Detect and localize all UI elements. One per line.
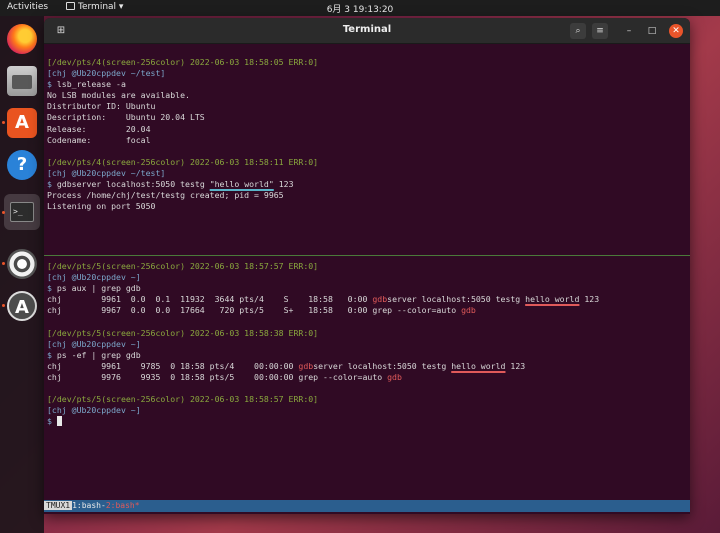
process-fields: server localhost:5050 testg [313,360,452,371]
tmux-pane-bottom[interactable]: [/dev/pts/5(screen-256color) 2022-06-03 … [47,261,687,427]
command-text: lsb_release -a [51,79,126,90]
status-header: [/dev/pts/5(screen-256color) 2022-06-03 … [47,394,319,405]
prompt-path: [chj @Ub20cppdev ~] [47,272,141,283]
output-line: Listening on port 5050 [47,201,156,212]
running-indicator [2,121,5,124]
command-line: $ lsb_release -a [47,79,687,90]
tmux-window-1[interactable]: 1:bash- [72,501,106,510]
process-row: chj 9961 9785 0 18:58 pts/4 00:00:00 gdb… [47,361,687,372]
running-indicator [2,262,5,265]
command-line: $ ps aux | grep gdb [47,283,687,294]
files-icon[interactable] [7,66,37,96]
firefox-icon[interactable] [7,24,37,54]
command-text: 123 [273,179,294,190]
prompt-path: [chj @Ub20cppdev ~] [47,338,141,349]
terminal-window: ⊞ Terminal ⌕ ≡ – □ ✕ [/dev/pts/4(screen-… [44,18,690,514]
tmux-status-bar: TMUX1 1:bash-2:bash* [44,500,690,512]
output-line: No LSB modules are available. [47,90,190,101]
maximize-button[interactable]: □ [645,24,659,38]
running-indicator [2,304,5,307]
output-line: Release: 20.04 [47,123,151,134]
process-row: chj 9967 0.0 0.0 17664 720 pts/5 S+ 18:5… [47,305,687,316]
help-icon[interactable]: ? [7,150,37,180]
search-icon[interactable]: ⌕ [570,23,586,39]
underlined-argument: hello world [525,294,580,305]
process-fields: 123 [579,294,600,305]
process-row: chj 9961 0.0 0.1 11932 3644 pts/4 S 18:5… [47,294,687,305]
installer-icon[interactable]: A [7,291,37,321]
status-header: [/dev/pts/4(screen-256color) 2022-06-03 … [47,156,319,167]
command-line[interactable]: $ [47,416,687,427]
output-line: Distributor ID: Ubuntu [47,101,156,112]
quoted-argument: "hello world" [209,179,274,190]
grep-match: gdb [461,305,476,316]
command-text: ps -ef | grep gdb [51,349,141,360]
prompt-path: [chj @Ub20cppdev ~/test] [47,68,166,79]
clock[interactable]: 6月 3 19:13:20 [0,2,720,15]
running-indicator [2,211,5,214]
grep-match: gdb [387,371,402,382]
software-center-icon[interactable]: A [7,108,37,138]
output-line: Process /home/chj/test/testg created; pi… [47,190,284,201]
process-row: chj 9976 9935 0 18:58 pts/5 00:00:00 gre… [47,372,687,383]
terminal-content[interactable]: [/dev/pts/4(screen-256color) 2022-06-03 … [44,45,690,514]
settings-icon[interactable] [7,249,37,279]
tmux-window-2[interactable]: 2:bash* [106,501,140,510]
status-header: [/dev/pts/4(screen-256color) 2022-06-03 … [47,57,319,67]
command-text: gdbserver localhost:5050 testg [51,179,210,190]
process-fields: 123 [505,360,526,371]
top-bar: Activities Terminal ▾ 6月 3 19:13:20 [0,0,720,16]
status-header: [/dev/pts/5(screen-256color) 2022-06-03 … [47,327,319,338]
dock: A ? >_ A [0,16,44,533]
underlined-argument: hello world [451,360,506,371]
process-fields: server localhost:5050 testg [387,294,526,305]
minimize-button[interactable]: – [622,24,636,38]
process-fields: chj 9961 9785 0 18:58 pts/4 00:00:00 [47,360,299,371]
grep-match: gdb [372,294,388,305]
grep-match: gdb [298,360,314,371]
title-bar[interactable]: ⊞ Terminal ⌕ ≡ – □ ✕ [44,18,690,44]
prompt-path: [chj @Ub20cppdev ~] [47,405,141,416]
prompt-path: [chj @Ub20cppdev ~/test] [47,167,166,178]
status-header: [/dev/pts/5(screen-256color) 2022-06-03 … [47,261,319,271]
tmux-pane-top[interactable]: [/dev/pts/4(screen-256color) 2022-06-03 … [47,57,687,212]
command-text: ps aux | grep gdb [51,283,141,294]
command-line: $ ps -ef | grep gdb [47,350,687,361]
process-fields: chj 9976 9935 0 18:58 pts/5 00:00:00 gre… [47,371,388,382]
output-line: Codename: focal [47,134,151,145]
process-fields: chj 9961 0.0 0.1 11932 3644 pts/4 S 18:5… [47,294,373,305]
hamburger-menu-icon[interactable]: ≡ [592,23,608,39]
text-cursor [56,416,62,427]
close-button[interactable]: ✕ [669,24,683,38]
tmux-session-name: TMUX1 [44,501,73,510]
terminal-icon: >_ [10,202,34,222]
process-fields: chj 9967 0.0 0.0 17664 720 pts/5 S+ 18:5… [47,305,462,316]
output-line: Description: Ubuntu 20.04 LTS [47,112,205,123]
command-line: $ gdbserver localhost:5050 testg "hello … [47,179,687,190]
terminal-app-icon[interactable]: >_ [4,194,40,230]
pane-divider[interactable] [44,255,690,256]
